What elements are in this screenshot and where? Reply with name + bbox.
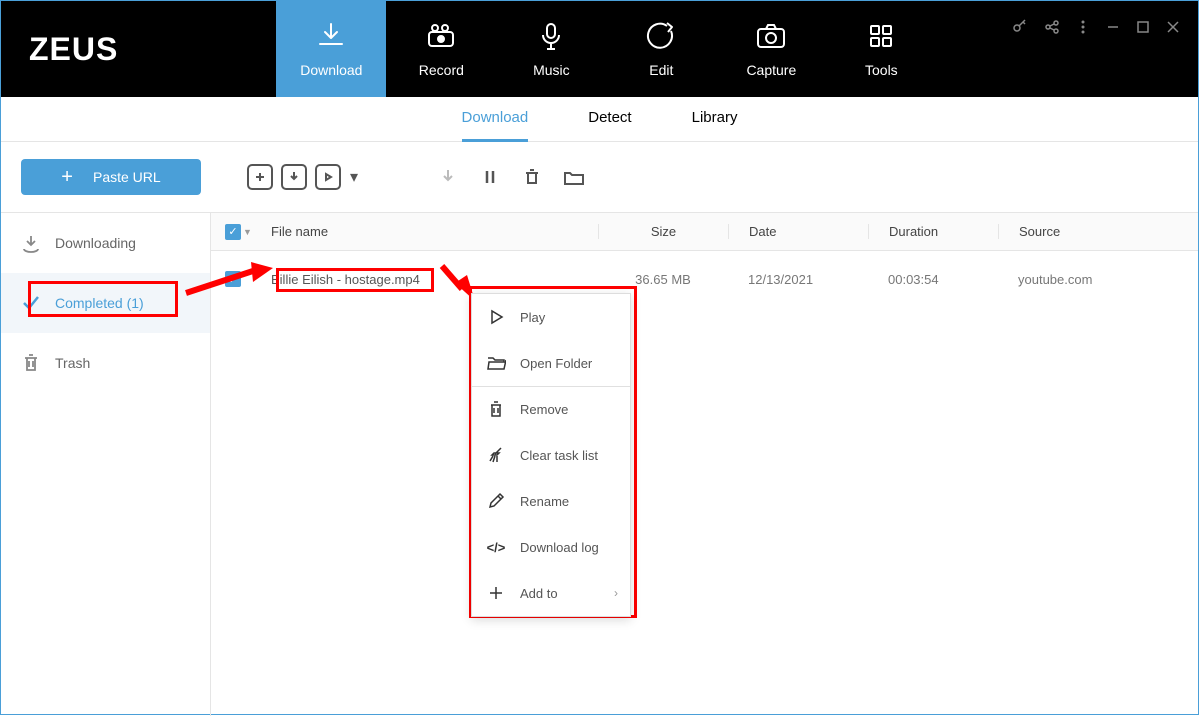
downloading-icon xyxy=(21,233,41,253)
delete-icon[interactable] xyxy=(519,164,545,190)
chevron-right-icon: › xyxy=(614,586,618,600)
app-logo: ZEUS xyxy=(1,1,146,97)
edit-icon xyxy=(645,20,677,52)
sidebar-label: Downloading xyxy=(55,235,136,251)
plus-icon: + xyxy=(61,166,73,189)
trash-icon xyxy=(21,353,41,373)
key-icon[interactable] xyxy=(1012,19,1028,35)
menu-download-log[interactable]: </> Download log xyxy=(472,524,630,570)
code-icon: </> xyxy=(486,537,506,557)
cell-filename: Billie Eilish - hostage.mp4 xyxy=(271,272,598,287)
paste-url-label: Paste URL xyxy=(93,169,161,185)
nav-record[interactable]: Record xyxy=(386,1,496,97)
menu-label: Remove xyxy=(520,402,568,417)
record-icon xyxy=(425,20,457,52)
content: ✓▼ File name Size Date Duration Source ✓… xyxy=(211,212,1198,716)
sub-tabs: Download Detect Library xyxy=(1,97,1198,142)
download-icon[interactable] xyxy=(281,164,307,190)
context-menu: Play Open Folder Remove Clear task list … xyxy=(471,293,631,617)
menu-add-to[interactable]: Add to › xyxy=(472,570,630,616)
menu-open-folder[interactable]: Open Folder xyxy=(472,340,630,386)
plus-icon xyxy=(486,583,506,603)
paste-url-button[interactable]: + Paste URL xyxy=(21,159,201,195)
menu-label: Download log xyxy=(520,540,599,555)
folder-icon[interactable] xyxy=(561,164,587,190)
subtab-download[interactable]: Download xyxy=(462,97,529,142)
tools-icon xyxy=(865,20,897,52)
nav-label: Music xyxy=(533,62,570,78)
app-header: ZEUS Download Record Music Edit xyxy=(1,1,1198,97)
menu-clear-task[interactable]: Clear task list xyxy=(472,432,630,478)
table-header: ✓▼ File name Size Date Duration Source xyxy=(211,213,1198,251)
col-duration[interactable]: Duration xyxy=(868,224,998,239)
tool-icons-group-1: ▾ xyxy=(247,164,359,190)
download-icon xyxy=(315,20,347,52)
col-size[interactable]: Size xyxy=(598,224,728,239)
nav-label: Edit xyxy=(649,62,673,78)
sidebar-label: Trash xyxy=(55,355,90,371)
menu-label: Clear task list xyxy=(520,448,598,463)
broom-icon xyxy=(486,445,506,465)
nav-label: Record xyxy=(419,62,464,78)
completed-icon xyxy=(21,293,41,313)
nav-edit[interactable]: Edit xyxy=(606,1,716,97)
toolbar: + Paste URL ▾ xyxy=(1,142,1198,212)
pause-icon[interactable] xyxy=(477,164,503,190)
menu-label: Add to xyxy=(520,586,558,601)
menu-play[interactable]: Play xyxy=(472,294,630,340)
sidebar-item-downloading[interactable]: Downloading xyxy=(1,213,210,273)
cell-date: 12/13/2021 xyxy=(728,272,868,287)
minimize-icon[interactable] xyxy=(1106,19,1120,35)
nav-label: Tools xyxy=(865,62,898,78)
nav-music[interactable]: Music xyxy=(496,1,606,97)
select-all-checkbox[interactable]: ✓▼ xyxy=(211,223,271,240)
cell-size: 36.65 MB xyxy=(598,272,728,287)
menu-label: Play xyxy=(520,310,545,325)
window-controls xyxy=(1012,19,1180,35)
menu-label: Open Folder xyxy=(520,356,592,371)
maximize-icon[interactable] xyxy=(1136,19,1150,35)
tool-icons-group-2 xyxy=(435,164,587,190)
col-date[interactable]: Date xyxy=(728,224,868,239)
main-area: Downloading Completed (1) Trash ✓▼ File … xyxy=(1,212,1198,716)
dropdown-caret-icon[interactable]: ▾ xyxy=(349,164,359,190)
nav-download[interactable]: Download xyxy=(276,1,386,97)
cell-source: youtube.com xyxy=(998,272,1198,287)
subtab-detect[interactable]: Detect xyxy=(588,97,631,142)
pencil-icon xyxy=(486,491,506,511)
row-checkbox[interactable]: ✓ xyxy=(211,271,271,288)
menu-label: Rename xyxy=(520,494,569,509)
share-icon[interactable] xyxy=(1044,19,1060,35)
nav-tabs: Download Record Music Edit Capture xyxy=(276,1,936,97)
sidebar: Downloading Completed (1) Trash xyxy=(1,212,211,716)
resume-icon[interactable] xyxy=(435,164,461,190)
close-icon[interactable] xyxy=(1166,19,1180,35)
video-options-icon[interactable] xyxy=(315,164,341,190)
add-download-icon[interactable] xyxy=(247,164,273,190)
folder-open-icon xyxy=(486,353,506,373)
cell-duration: 00:03:54 xyxy=(868,272,998,287)
table-row[interactable]: ✓ Billie Eilish - hostage.mp4 36.65 MB 1… xyxy=(211,251,1198,307)
col-source[interactable]: Source xyxy=(998,224,1198,239)
sidebar-label: Completed (1) xyxy=(55,295,144,311)
nav-label: Download xyxy=(300,62,362,78)
nav-capture[interactable]: Capture xyxy=(716,1,826,97)
col-filename[interactable]: File name xyxy=(271,224,598,239)
sidebar-item-completed[interactable]: Completed (1) xyxy=(1,273,210,333)
more-icon[interactable] xyxy=(1076,19,1090,35)
remove-icon xyxy=(486,400,506,420)
capture-icon xyxy=(755,20,787,52)
nav-tools[interactable]: Tools xyxy=(826,1,936,97)
sidebar-item-trash[interactable]: Trash xyxy=(1,333,210,393)
subtab-library[interactable]: Library xyxy=(692,97,738,142)
menu-remove[interactable]: Remove xyxy=(472,386,630,432)
play-icon xyxy=(486,307,506,327)
music-icon xyxy=(535,20,567,52)
menu-rename[interactable]: Rename xyxy=(472,478,630,524)
nav-label: Capture xyxy=(746,62,796,78)
